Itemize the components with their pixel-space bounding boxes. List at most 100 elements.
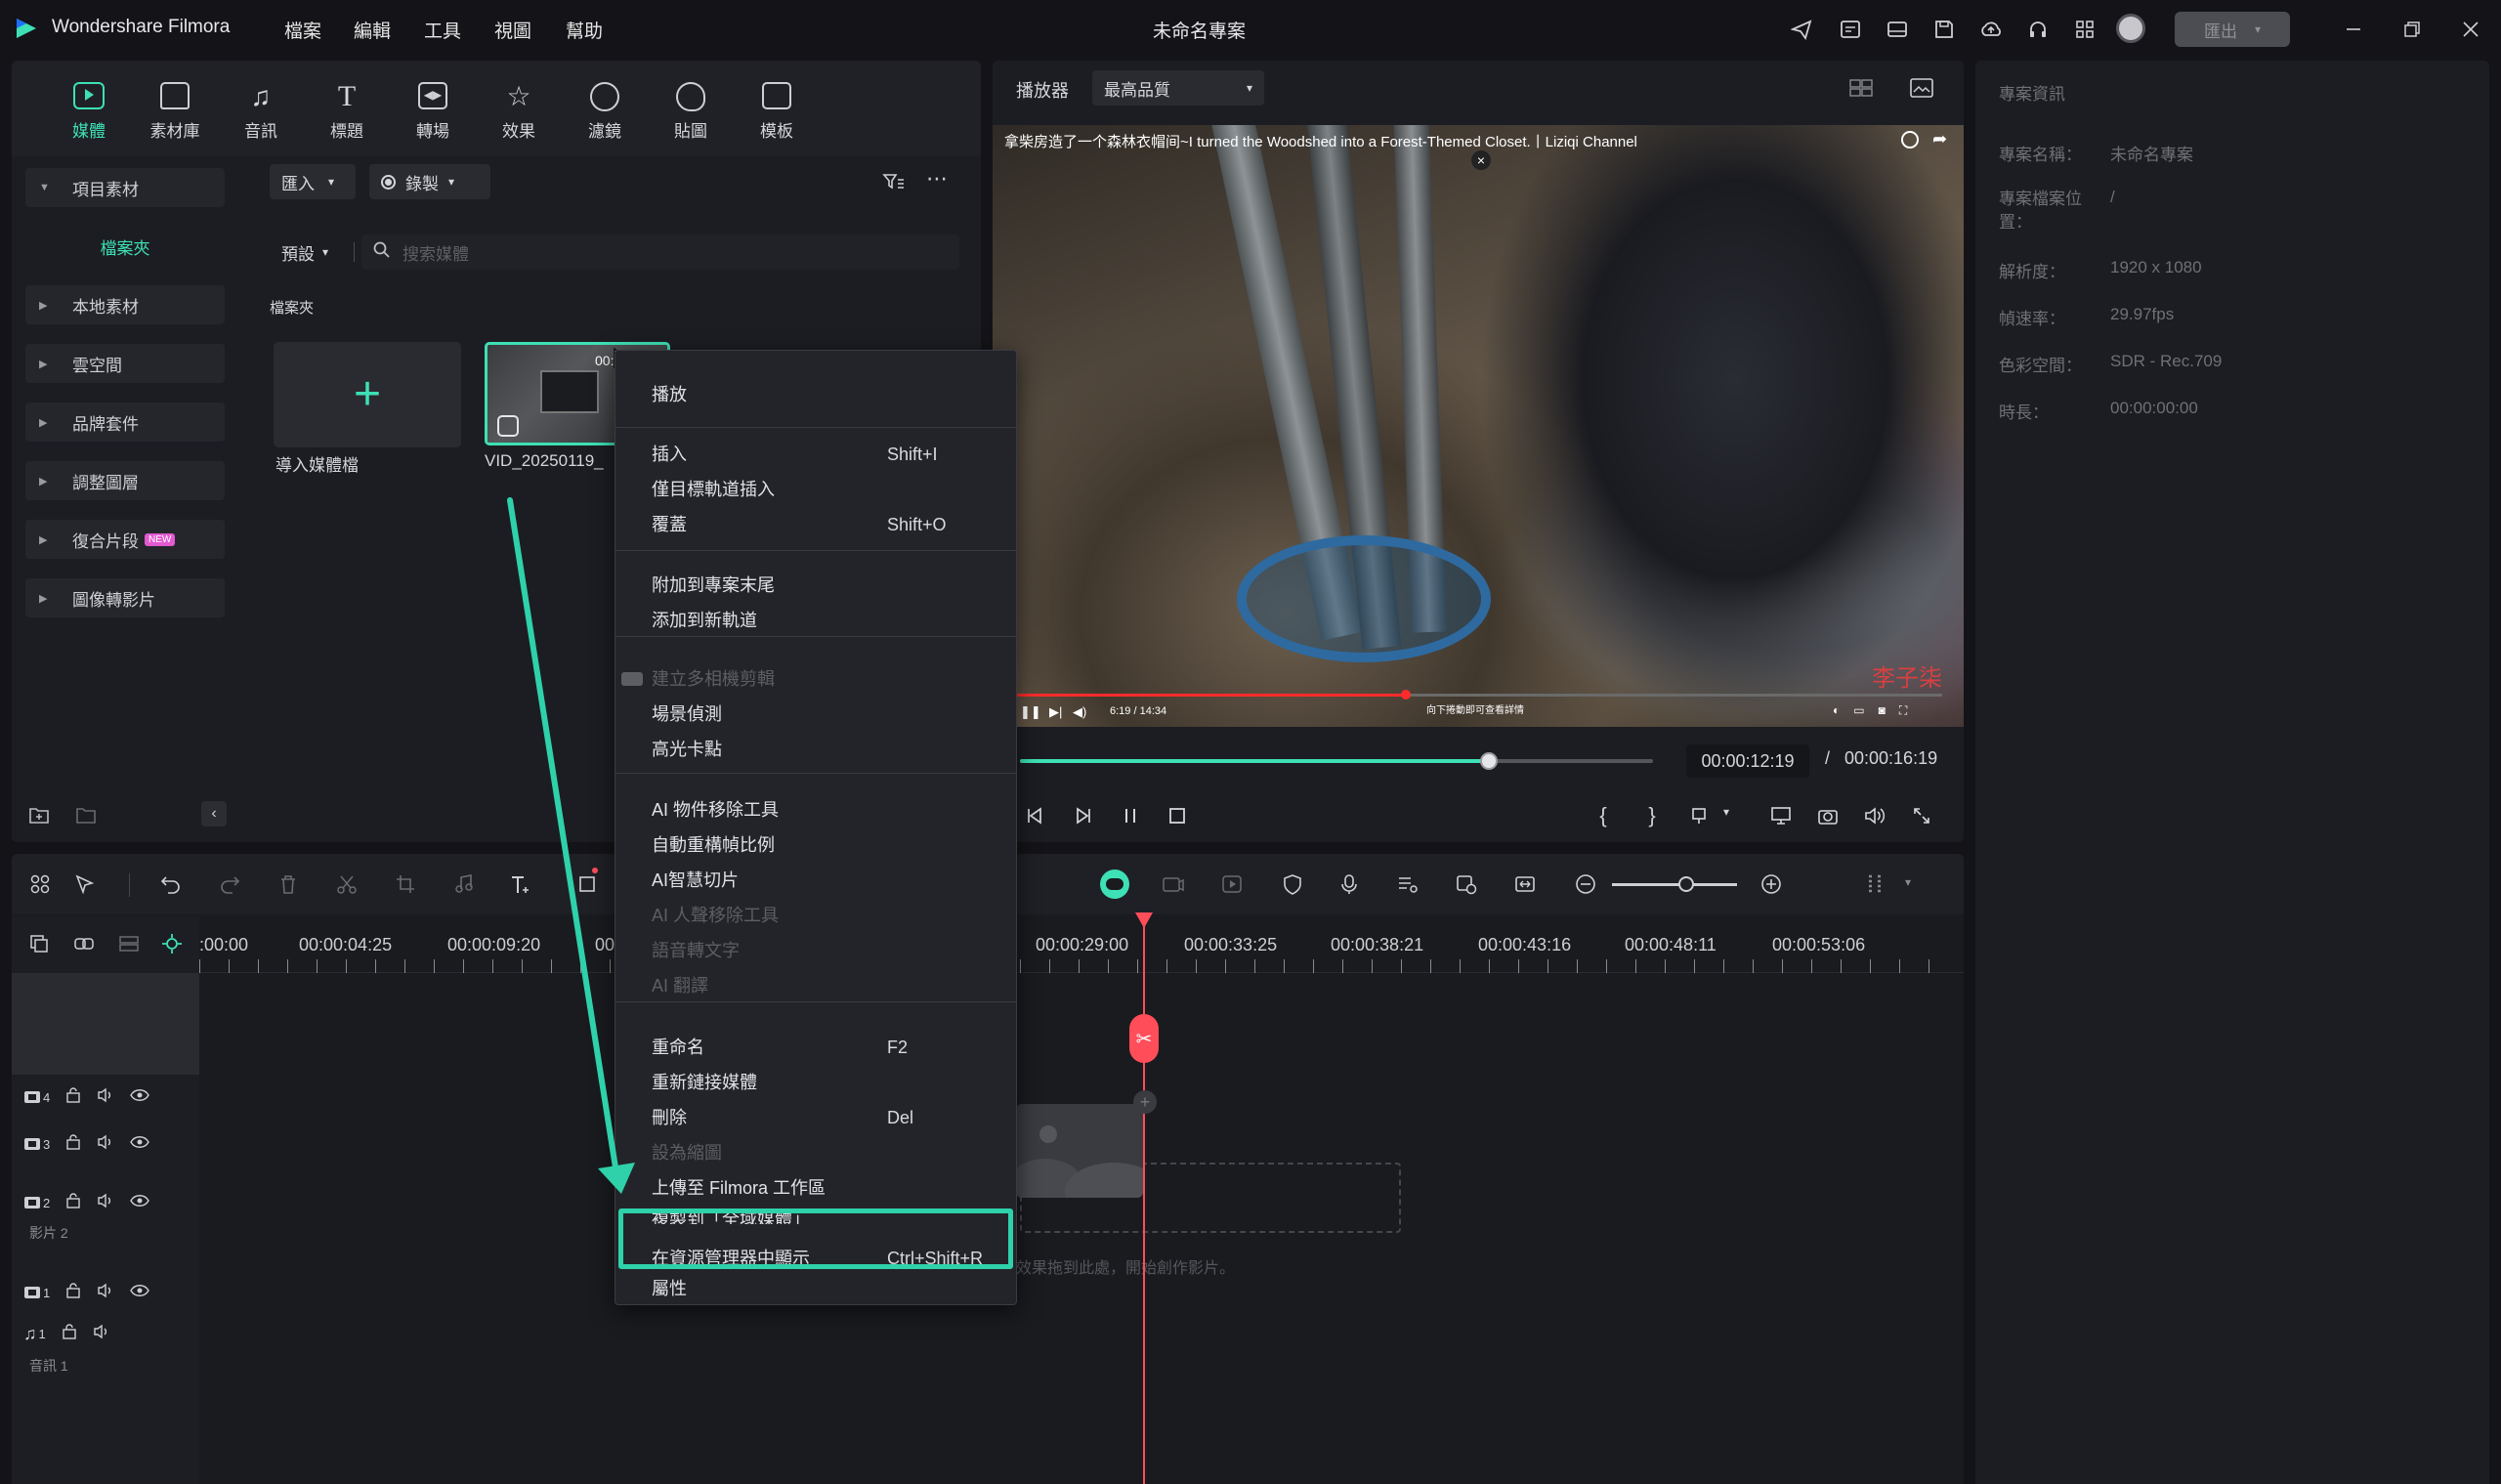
search-box[interactable]: 搜索媒體: [361, 234, 959, 270]
filter-sort-icon[interactable]: [879, 168, 909, 195]
eye-icon[interactable]: [130, 1135, 150, 1154]
timeline-settings-dropdown-icon[interactable]: ▾: [1905, 875, 1911, 889]
menu-item-delete[interactable]: 刪除 Del: [615, 1101, 1016, 1134]
menu-item-speech-to-text[interactable]: 語音轉文字: [615, 934, 1016, 967]
mark-in-icon[interactable]: {: [1590, 801, 1616, 830]
menu-item-relink-media[interactable]: 重新鏈接媒體: [615, 1066, 1016, 1099]
tab-effects[interactable]: ☆ 效果: [487, 82, 551, 145]
playhead-head[interactable]: [1135, 912, 1153, 928]
zoom-slider-knob[interactable]: [1678, 876, 1694, 892]
menu-item-ai-object-remover[interactable]: AI 物件移除工具: [615, 793, 1016, 827]
playhead-split-button[interactable]: ✂: [1129, 1014, 1159, 1063]
close-icon[interactable]: [2456, 16, 2485, 43]
import-media-tile[interactable]: +: [274, 342, 461, 447]
sidebar-item-brand-kit[interactable]: ▶ 品牌套件: [25, 403, 225, 442]
crop-frame-icon[interactable]: [572, 869, 602, 899]
menu-item-ai-vocal-remover[interactable]: AI 人聲移除工具: [615, 899, 1016, 932]
collapse-sidebar-icon[interactable]: ‹: [201, 801, 227, 827]
menu-item-scene-detect[interactable]: 場景偵測: [615, 698, 1016, 731]
snap-magnet-icon[interactable]: [158, 930, 186, 957]
tab-transitions[interactable]: ◀▶ 轉場: [401, 82, 465, 145]
sidebar-item-project-media[interactable]: ▼ 項目素材: [25, 168, 225, 207]
select-tool-icon[interactable]: [70, 869, 100, 899]
menu-item-multicam[interactable]: 建立多相機剪輯: [615, 662, 1016, 696]
tab-audio[interactable]: ♫ 音訊: [229, 82, 293, 145]
menu-item-ai-translate[interactable]: AI 翻譯: [615, 969, 1016, 1002]
tab-stock[interactable]: 素材庫: [143, 82, 207, 145]
menu-edit[interactable]: 編輯: [354, 17, 391, 43]
insert-mode-icon[interactable]: [1686, 801, 1716, 830]
voiceover-list-icon[interactable]: [1393, 869, 1422, 899]
export-button[interactable]: 匯出 ▾: [2175, 12, 2290, 47]
link-icon[interactable]: [70, 930, 98, 957]
tab-stickers[interactable]: 貼圖: [658, 82, 723, 145]
tab-titles[interactable]: T 標題: [315, 82, 379, 145]
lock-icon[interactable]: [65, 1086, 81, 1108]
menu-item-auto-reframe[interactable]: 自動重構幀比例: [615, 828, 1016, 862]
sidebar-item-folder[interactable]: 檔案夾: [25, 227, 225, 266]
speaker-icon[interactable]: [93, 1324, 110, 1344]
speaker-icon[interactable]: [97, 1134, 114, 1155]
menu-item-beat-sync[interactable]: 高光卡點: [615, 733, 1016, 766]
shield-icon[interactable]: [1278, 869, 1307, 899]
crop-icon[interactable]: [391, 869, 420, 899]
minimize-icon[interactable]: [2339, 16, 2368, 43]
zoom-in-icon[interactable]: [1757, 869, 1786, 899]
restore-icon[interactable]: [2397, 16, 2427, 43]
audio-edit-icon[interactable]: [449, 869, 479, 899]
add-text-icon[interactable]: [506, 869, 535, 899]
more-options-icon[interactable]: ⋯: [926, 166, 955, 193]
menu-item-set-thumbnail[interactable]: 設為縮圖: [615, 1136, 1016, 1169]
split-scissors-icon[interactable]: [332, 869, 361, 899]
lock-icon[interactable]: [65, 1133, 81, 1155]
fullscreen-icon[interactable]: [1907, 801, 1936, 830]
sidebar-item-compound-clip[interactable]: ▶ 復合片段 NEW: [25, 520, 225, 559]
fit-timeline-icon[interactable]: [1510, 869, 1540, 899]
eye-icon[interactable]: [130, 1194, 150, 1212]
record-dropdown[interactable]: 錄製 ▾: [369, 164, 490, 199]
folder-icon[interactable]: [72, 801, 100, 828]
sort-dropdown[interactable]: 預設 ▾: [270, 234, 348, 270]
menu-file[interactable]: 檔案: [284, 17, 321, 43]
menu-help[interactable]: 幫助: [566, 17, 603, 43]
save-icon[interactable]: [1930, 16, 1958, 43]
zoom-slider-track[interactable]: [1612, 883, 1737, 886]
quality-dropdown[interactable]: 最高品質 ▾: [1092, 70, 1264, 106]
next-frame-icon[interactable]: [1069, 801, 1098, 830]
ai-mascot-icon[interactable]: [1100, 869, 1129, 899]
zoom-out-icon[interactable]: [1571, 869, 1600, 899]
cloud-upload-icon[interactable]: [1977, 16, 2005, 43]
ai-play-icon[interactable]: [1217, 869, 1247, 899]
video-preview[interactable]: 拿柴房造了一个森林衣帽间~I turned the Woodshed into …: [993, 125, 1964, 727]
eye-icon[interactable]: [130, 1284, 150, 1302]
menu-item-add-new-track[interactable]: 添加到新軌道: [615, 604, 1016, 637]
microphone-icon[interactable]: [1335, 869, 1364, 899]
insert-mode-dropdown-icon[interactable]: ▾: [1723, 805, 1729, 819]
import-dropdown[interactable]: 匯入 ▾: [270, 164, 356, 199]
speaker-icon[interactable]: [97, 1283, 114, 1303]
playhead-add-button[interactable]: +: [1133, 1090, 1157, 1114]
media-manager-icon[interactable]: [1837, 16, 1864, 43]
grid-view-icon[interactable]: [1846, 74, 1876, 102]
lock-icon[interactable]: [62, 1323, 77, 1344]
lock-icon[interactable]: [65, 1282, 81, 1303]
pause-icon[interactable]: [1116, 801, 1145, 830]
add-track-icon[interactable]: [25, 930, 53, 957]
previous-frame-icon[interactable]: [1020, 801, 1049, 830]
menu-item-ai-smart-cut[interactable]: AI智慧切片: [615, 864, 1016, 897]
search-input[interactable]: 搜索媒體: [403, 240, 469, 265]
headset-icon[interactable]: [2024, 16, 2052, 43]
menu-item-properties[interactable]: 屬性: [615, 1277, 1016, 1304]
display-icon[interactable]: [1766, 801, 1796, 830]
layout-grid-icon[interactable]: [25, 869, 55, 899]
mark-out-icon[interactable]: }: [1639, 801, 1665, 830]
menu-item-rename[interactable]: 重命名 F2: [615, 1031, 1016, 1064]
player-progress-knob[interactable]: [1479, 752, 1498, 770]
volume-icon[interactable]: [1860, 801, 1889, 830]
stop-icon[interactable]: [1163, 801, 1192, 830]
menu-item-play[interactable]: 播放: [615, 378, 1016, 411]
sidebar-item-local[interactable]: ▶ 本地素材: [25, 285, 225, 324]
new-folder-icon[interactable]: [25, 801, 53, 828]
user-avatar[interactable]: [2116, 14, 2145, 43]
eye-icon[interactable]: [130, 1088, 150, 1107]
